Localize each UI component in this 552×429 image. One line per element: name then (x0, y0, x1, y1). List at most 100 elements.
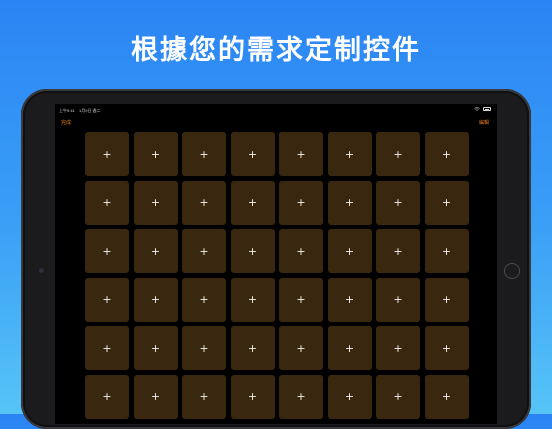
add-control-tile[interactable]: + (279, 132, 323, 176)
control-grid: + + + + + + + + + + + + + + + + + + + + + + + + + + + + + + + + + + + + + + + +… (85, 132, 469, 419)
add-control-tile[interactable]: + (424, 132, 469, 176)
add-control-tile[interactable]: + (133, 132, 178, 176)
plus-icon: + (150, 293, 161, 306)
plus-icon: + (150, 341, 161, 355)
add-control-tile[interactable]: + (376, 326, 420, 370)
done-button[interactable]: 完成 (61, 119, 71, 126)
status-time: 上午9:41 (59, 108, 75, 113)
plus-icon: + (344, 293, 355, 306)
app-screen: 上午9:41 1月9日 週二 完成 編輯 + + + + + + + + + + + + + + + + + + +… (55, 104, 497, 424)
add-control-tile[interactable]: + (424, 374, 469, 419)
add-control-tile[interactable]: + (424, 326, 469, 370)
camera-dot (39, 268, 44, 273)
plus-icon: + (199, 196, 209, 209)
add-control-tile[interactable]: + (327, 229, 372, 273)
plus-icon: + (296, 244, 306, 258)
add-control-tile[interactable]: + (230, 132, 275, 176)
add-control-tile[interactable]: + (376, 180, 420, 225)
add-control-tile[interactable]: + (85, 132, 129, 176)
status-bar: 上午9:41 1月9日 週二 (55, 104, 497, 116)
plus-icon: + (344, 390, 355, 403)
add-control-tile[interactable]: + (85, 229, 129, 273)
add-control-tile[interactable]: + (85, 326, 129, 370)
add-control-tile[interactable]: + (230, 229, 275, 273)
home-button[interactable] (504, 263, 520, 279)
plus-icon: + (441, 196, 452, 209)
add-control-tile[interactable]: + (182, 277, 226, 322)
add-control-tile[interactable]: + (182, 132, 226, 176)
add-control-tile[interactable]: + (133, 277, 178, 322)
add-control-tile[interactable]: + (279, 229, 323, 273)
plus-icon: + (102, 147, 112, 161)
wifi-icon (474, 107, 480, 111)
plus-icon: + (344, 244, 355, 258)
add-control-tile[interactable]: + (424, 277, 469, 322)
add-control-tile[interactable]: + (230, 180, 275, 225)
plus-icon: + (150, 147, 161, 161)
add-control-tile[interactable]: + (182, 180, 226, 225)
plus-icon: + (247, 390, 258, 403)
plus-icon: + (102, 390, 112, 403)
plus-icon: + (150, 390, 161, 403)
plus-icon: + (150, 196, 161, 209)
plus-icon: + (296, 390, 306, 403)
plus-icon: + (199, 341, 209, 355)
add-control-tile[interactable]: + (230, 277, 275, 322)
add-control-tile[interactable]: + (230, 326, 275, 370)
add-control-tile[interactable]: + (327, 132, 372, 176)
plus-icon: + (247, 293, 258, 306)
plus-icon: + (102, 244, 112, 258)
plus-icon: + (296, 293, 306, 306)
plus-icon: + (344, 196, 355, 209)
add-control-tile[interactable]: + (133, 180, 178, 225)
plus-icon: + (441, 147, 452, 161)
status-indicators (474, 107, 491, 111)
plus-icon: + (441, 341, 452, 355)
add-control-tile[interactable]: + (327, 180, 372, 225)
plus-icon: + (393, 196, 403, 209)
add-control-tile[interactable]: + (376, 229, 420, 273)
add-control-tile[interactable]: + (327, 326, 372, 370)
plus-icon: + (247, 244, 258, 258)
add-control-tile[interactable]: + (376, 132, 420, 176)
plus-icon: + (247, 147, 258, 161)
add-control-tile[interactable]: + (182, 326, 226, 370)
add-control-tile[interactable]: + (279, 374, 323, 419)
promo-headline: 根據您的需求定制控件 (131, 35, 421, 66)
add-control-tile[interactable]: + (327, 277, 372, 322)
plus-icon: + (150, 244, 161, 258)
plus-icon: + (199, 244, 209, 258)
add-control-tile[interactable]: + (133, 374, 178, 419)
plus-icon: + (199, 390, 209, 403)
plus-icon: + (296, 196, 306, 209)
edit-button[interactable]: 編輯 (479, 119, 489, 126)
add-control-tile[interactable]: + (424, 180, 469, 225)
add-control-tile[interactable]: + (182, 374, 226, 419)
add-control-tile[interactable]: + (279, 277, 323, 322)
plus-icon: + (393, 147, 403, 161)
plus-icon: + (344, 147, 355, 161)
add-control-tile[interactable]: + (85, 277, 129, 322)
add-control-tile[interactable]: + (327, 374, 372, 419)
add-control-tile[interactable]: + (279, 180, 323, 225)
plus-icon: + (199, 293, 209, 306)
add-control-tile[interactable]: + (85, 374, 129, 419)
plus-icon: + (102, 293, 112, 306)
add-control-tile[interactable]: + (376, 374, 420, 419)
add-control-tile[interactable]: + (133, 229, 178, 273)
plus-icon: + (102, 341, 112, 355)
add-control-tile[interactable]: + (182, 229, 226, 273)
plus-icon: + (393, 293, 403, 306)
plus-icon: + (344, 341, 355, 355)
battery-icon (483, 107, 491, 111)
plus-icon: + (393, 341, 403, 355)
add-control-tile[interactable]: + (376, 277, 420, 322)
add-control-tile[interactable]: + (85, 180, 129, 225)
plus-icon: + (393, 244, 403, 258)
add-control-tile[interactable]: + (424, 229, 469, 273)
plus-icon: + (441, 293, 452, 306)
add-control-tile[interactable]: + (230, 374, 275, 419)
add-control-tile[interactable]: + (133, 326, 178, 370)
add-control-tile[interactable]: + (279, 326, 323, 370)
plus-icon: + (247, 196, 258, 209)
